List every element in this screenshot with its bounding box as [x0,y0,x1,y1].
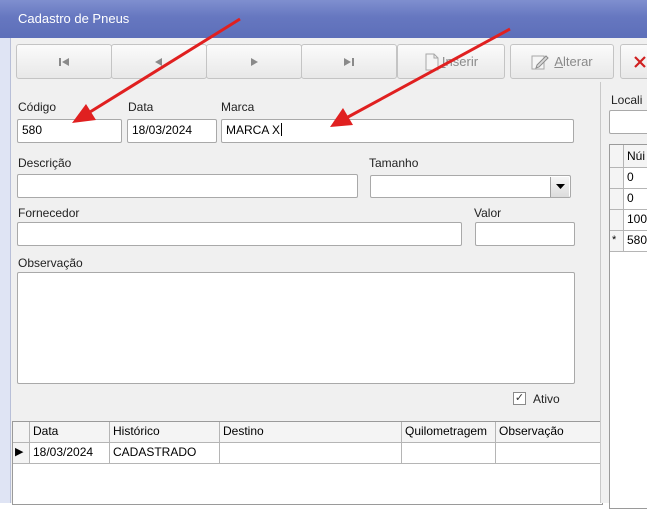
table-row-cell-quilometragem[interactable] [402,443,496,464]
edit-button[interactable]: Alterar [510,44,614,79]
first-record-button[interactable] [16,44,112,79]
insert-button[interactable]: Inserir [397,44,505,79]
tamanho-select[interactable] [370,175,571,198]
delete-x-icon [634,55,646,68]
list-item[interactable]: 580 [624,231,647,252]
list-item[interactable]: 100 [624,210,647,231]
window-title: Cadastro de Pneus [18,11,130,26]
row-indicator[interactable]: ▶ [13,443,30,464]
window-left-frame [0,38,11,503]
codigo-value: 580 [22,123,43,137]
history-grid[interactable]: Data Histórico Destino Quilometragem Obs… [12,421,603,505]
descricao-label: Descrição [18,156,72,170]
ativo-label: Ativo [533,392,560,406]
data-field[interactable]: 18/03/2024 [127,119,217,143]
tamanho-dropdown-button[interactable] [550,177,569,197]
marca-value: MARCA X [226,123,281,137]
text-cursor [281,123,283,136]
column-header-destino[interactable]: Destino [220,422,402,443]
grid-corner [610,145,624,168]
list-item[interactable]: 0 [624,189,647,210]
column-header-observacao[interactable]: Observação [496,422,602,443]
edit-label-accelerator: A [554,54,564,69]
observacao-textarea[interactable] [17,272,575,384]
chevron-down-icon [555,184,565,189]
grid-corner [13,422,30,443]
table-row-cell-historico[interactable]: CADASTRADO [110,443,220,464]
previous-record-button[interactable] [111,44,207,79]
table-row-cell-destino[interactable] [220,443,402,464]
localizacao-field[interactable] [609,110,647,134]
data-label: Data [128,100,154,114]
list-item[interactable]: 0 [624,168,647,189]
column-header-quilometragem[interactable]: Quilometragem [402,422,496,443]
data-value: 18/03/2024 [132,123,193,137]
column-header-numero[interactable]: Núi [624,145,647,168]
valor-field[interactable] [475,222,575,246]
column-header-data[interactable]: Data [30,422,110,443]
localizacao-label: Locali [611,93,643,107]
last-record-button[interactable] [301,44,397,79]
valor-label: Valor [474,206,502,220]
descricao-field[interactable] [17,174,358,198]
table-row-cell-data[interactable]: 18/03/2024 [30,443,110,464]
previous-record-icon [155,57,162,66]
new-document-icon [425,53,439,70]
codigo-label: Código [18,100,57,114]
ativo-checkbox[interactable]: ✓ [513,392,526,405]
observacao-label: Observação [18,256,83,270]
marca-label: Marca [221,100,255,114]
next-record-icon [251,57,258,66]
column-header-historico[interactable]: Histórico [110,422,220,443]
row-indicator[interactable] [610,210,624,231]
tamanho-label: Tamanho [369,156,419,170]
edit-icon [531,54,550,69]
marca-field[interactable]: MARCA X [221,119,574,143]
insert-label: nserir [445,54,479,69]
edit-label: lterar [563,54,593,69]
table-row-cell-observacao[interactable] [496,443,602,464]
row-indicator[interactable] [610,168,624,189]
last-record-icon [344,57,354,66]
navigation-toolbar: Inserir Alterar [16,44,647,81]
row-indicator[interactable] [610,189,624,210]
first-record-icon [59,57,69,66]
title-bar: Cadastro de Pneus [0,0,647,38]
new-row-indicator[interactable]: * [610,231,624,252]
fornecedor-field[interactable] [17,222,462,246]
codigo-field[interactable]: 580 [17,119,122,143]
fornecedor-label: Fornecedor [18,206,80,220]
delete-button[interactable] [620,44,647,79]
tire-number-grid[interactable]: Núi 0 0 100 * 580 [609,144,647,509]
next-record-button[interactable] [206,44,302,79]
